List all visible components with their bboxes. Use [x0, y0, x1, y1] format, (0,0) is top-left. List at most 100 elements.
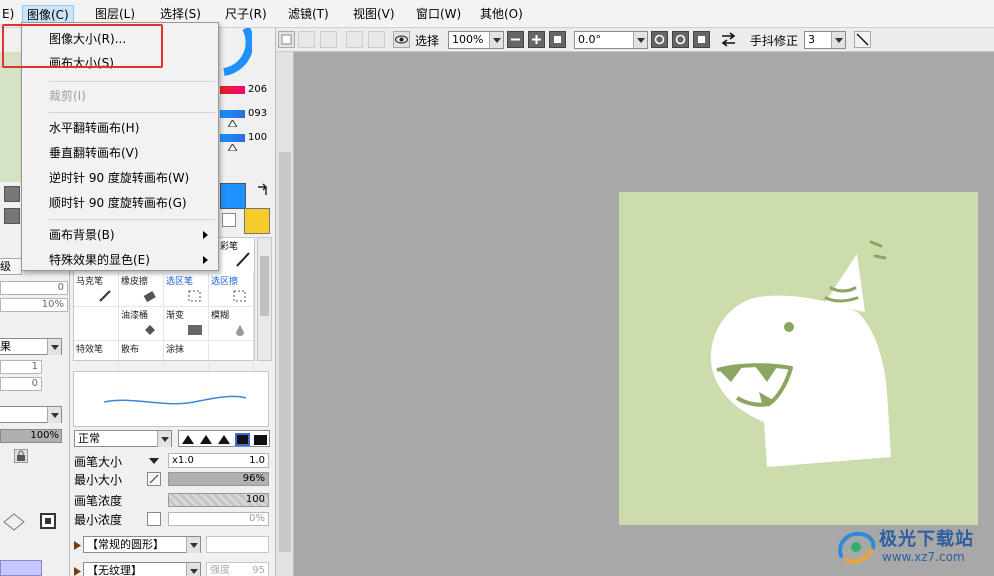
rotate-cw-button[interactable] [672, 31, 689, 48]
min-density-slider[interactable]: 0% [168, 512, 269, 526]
field-10a[interactable]: 10% [0, 298, 68, 312]
brush-shape-selector[interactable] [178, 430, 270, 447]
cut-label: 级 [0, 260, 11, 273]
main-color-swatch[interactable] [220, 183, 246, 209]
brush-texture-select[interactable]: 【无纹理】 [83, 562, 201, 576]
scrollbar-thumb[interactable] [279, 152, 291, 552]
tool-blur[interactable]: 模糊 [209, 307, 254, 341]
tool-effect-pen[interactable]: 特效笔 [74, 341, 119, 375]
undo-button[interactable] [298, 31, 315, 48]
menu-view[interactable]: 视图(V) [349, 5, 399, 23]
chevron-down-icon [47, 339, 61, 355]
stabilizer-label: 手抖修正 [750, 34, 799, 48]
rotation-select[interactable]: 0.0° [574, 31, 648, 49]
active-layer-row[interactable] [0, 560, 42, 576]
value-1: 1 [31, 361, 38, 372]
texture-strength-label: 强度 [210, 565, 230, 576]
lock-button[interactable] [14, 449, 28, 463]
diagonal-line-icon [856, 33, 869, 46]
swirl-logo-icon [838, 531, 876, 564]
layer-select[interactable] [0, 406, 62, 423]
tool-grid-scrollbar[interactable] [257, 237, 272, 361]
field-0b[interactable]: 0 [0, 377, 42, 391]
menu-item-flip-horizontal[interactable]: 水平翻转画布(H) [22, 116, 218, 140]
texture-strength-field[interactable]: 强度 95 [206, 562, 269, 576]
invert-selection-button[interactable] [368, 31, 385, 48]
zoom-out-button[interactable] [507, 31, 524, 48]
menu-item-flip-vertical[interactable]: 垂直翻转画布(V) [22, 141, 218, 165]
triangle-marker-icon [228, 120, 237, 127]
zoom-in-button[interactable] [528, 31, 545, 48]
navigator-thumbnail[interactable] [0, 52, 22, 182]
nav-zoom-button[interactable] [4, 186, 20, 202]
tool-eraser[interactable]: 橡皮擦 [119, 273, 164, 307]
menu-item-special-effect-color[interactable]: 特殊效果的显色(E) [22, 248, 218, 272]
sub-color-swatch[interactable] [244, 208, 270, 234]
stabilizer-select[interactable]: 3 [804, 31, 846, 49]
triangle-marker-icon [228, 144, 237, 151]
tool-empty-2[interactable] [209, 341, 254, 375]
brush-shape-select[interactable]: 【常规的圆形】 [83, 536, 201, 553]
toolbar-nav-button[interactable] [278, 31, 295, 48]
menu-window[interactable]: 窗口(W) [412, 5, 465, 23]
field-0a[interactable]: 0 [0, 281, 68, 295]
menu-separator [49, 219, 215, 220]
swap-colors-icon[interactable] [256, 183, 270, 197]
tool-smudge[interactable]: 涂抹 [164, 341, 209, 375]
min-size-slider[interactable]: 96% [168, 472, 269, 486]
tool-bucket[interactable]: 油漆桶 [119, 307, 164, 341]
brush-size-value: 1.0 [249, 455, 265, 466]
brush-size-field[interactable]: x1.0 1.0 [168, 453, 269, 468]
deselect-button[interactable] [346, 31, 363, 48]
watermark-logo: 极光下载站 www.xz7.com [835, 524, 987, 570]
expand-arrow-icon[interactable] [74, 567, 81, 576]
menu-edit-cut[interactable]: E) [0, 5, 18, 23]
menu-image[interactable]: 图像(C) [22, 5, 74, 23]
menu-select[interactable]: 选择(S) [156, 5, 205, 23]
tool-marker[interactable]: 马克笔 [74, 273, 119, 307]
eye-toggle-button[interactable] [393, 31, 410, 48]
blue-slider[interactable] [220, 134, 245, 142]
menu-ruler[interactable]: 尺子(R) [221, 5, 271, 23]
density-slider[interactable]: 100 [168, 493, 269, 507]
rotate-reset-button[interactable] [693, 31, 710, 48]
zoom-select[interactable]: 100% [448, 31, 504, 49]
blend-mode-select[interactable]: 正常 [74, 430, 172, 447]
tool-select-pen[interactable]: 选区笔 [164, 273, 209, 307]
expand-arrow-icon[interactable] [74, 541, 81, 550]
nav-rotate-button[interactable] [4, 208, 20, 224]
chevron-down-icon [157, 431, 171, 447]
menu-item-rotate-cw[interactable]: 顺时针 90 度旋转画布(G) [22, 191, 218, 215]
menu-item-canvas-background[interactable]: 画布背景(B) [22, 223, 218, 247]
opacity-slider[interactable]: 100% [0, 429, 62, 443]
tool-gradient[interactable]: 渐变 [164, 307, 209, 341]
rotate-ccw-button[interactable] [651, 31, 668, 48]
zoom-reset-button[interactable] [549, 31, 566, 48]
color-wheel[interactable] [216, 28, 252, 76]
mode-select[interactable]: 果 [0, 338, 62, 355]
green-slider[interactable] [220, 110, 245, 118]
layer-mask-button[interactable] [40, 513, 56, 529]
transparent-color-button[interactable] [222, 213, 236, 227]
canvas-vertical-scrollbar[interactable] [276, 52, 294, 576]
redo-button[interactable] [320, 31, 337, 48]
scrollbar-thumb[interactable] [260, 256, 269, 316]
tool-select-eraser[interactable]: 选区擦 [209, 273, 254, 307]
menu-layer[interactable]: 图层(L) [91, 5, 139, 23]
min-density-checkbox[interactable] [147, 512, 161, 526]
field-1[interactable]: 1 [0, 360, 42, 374]
min-size-pressure-button[interactable] [147, 472, 161, 486]
menu-other[interactable]: 其他(O) [476, 5, 527, 23]
brush-shape-strength[interactable] [206, 536, 269, 553]
value-10a: 10% [41, 299, 64, 310]
tool-scatter[interactable]: 散布 [119, 341, 164, 375]
red-slider[interactable] [220, 86, 245, 94]
watermark-url: www.xz7.com [882, 550, 965, 564]
menu-item-rotate-ccw[interactable]: 逆时针 90 度旋转画布(W) [22, 166, 218, 190]
tool-empty-1[interactable] [74, 307, 119, 341]
menu-filter[interactable]: 滤镜(T) [284, 5, 333, 23]
artwork-canvas[interactable] [619, 192, 978, 525]
chevron-down-icon[interactable] [149, 458, 159, 465]
line-tool-button[interactable] [854, 31, 871, 48]
flip-button[interactable] [720, 31, 737, 48]
